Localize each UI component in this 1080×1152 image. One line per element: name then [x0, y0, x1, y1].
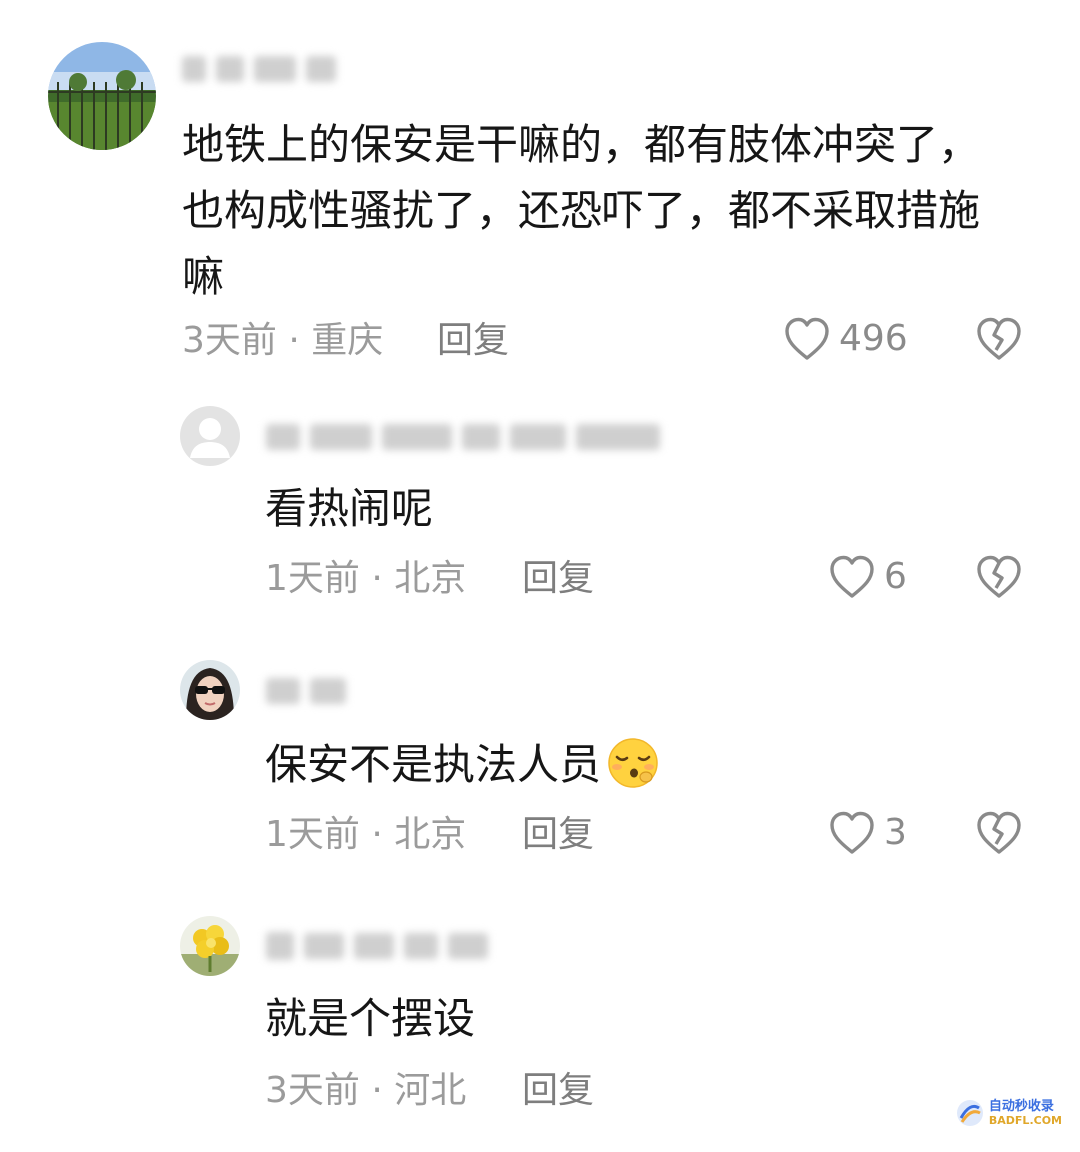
reply-button[interactable]: 回复: [522, 556, 594, 602]
dislike-button[interactable]: [975, 810, 1023, 860]
dislike-button[interactable]: [975, 554, 1023, 604]
comment-time: 1天前: [265, 814, 360, 855]
comment-text: 保安不是执法人员: [265, 734, 661, 806]
comment-meta: 3天前 · 河北: [265, 1068, 466, 1114]
meta-separator: ·: [371, 1070, 383, 1111]
comment-meta: 3天前 · 重庆: [182, 318, 383, 364]
meta-separator: ·: [371, 814, 383, 855]
watermark-logo-icon: [956, 1100, 983, 1126]
pensive-face-emoji: [603, 737, 661, 806]
like-button[interactable]: 3: [828, 810, 907, 856]
username-blurred[interactable]: [266, 932, 488, 960]
like-count: 3: [884, 812, 907, 853]
comment-time: 1天前: [265, 558, 360, 599]
comment-meta: 1天前 · 北京: [265, 812, 466, 858]
meta-separator: ·: [371, 558, 383, 599]
comment-time: 3天前: [182, 320, 277, 361]
like-button[interactable]: 496: [783, 316, 908, 362]
username-blurred[interactable]: [266, 424, 660, 450]
dislike-button[interactable]: [975, 316, 1023, 366]
comment-text: 地铁上的保安是干嘛的，都有肢体冲突了，也构成性骚扰了，还恐吓了，都不采取措施嘛: [182, 120, 981, 301]
heart-outline-icon: [830, 555, 874, 598]
reply-button[interactable]: 回复: [437, 318, 509, 364]
comment-location: 重庆: [311, 320, 384, 361]
comment-meta: 1天前 · 北京: [265, 556, 466, 602]
like-count: 496: [839, 318, 908, 359]
username-blurred[interactable]: [182, 56, 336, 82]
comment-location: 北京: [394, 814, 467, 855]
comment-text: 就是个摆设: [265, 994, 476, 1043]
meta-separator: ·: [288, 320, 300, 361]
avatar-default[interactable]: [180, 406, 240, 466]
comment-location: 北京: [394, 558, 467, 599]
watermark: 自动秒收录 BADFL.COM: [955, 1098, 1062, 1128]
reply-button[interactable]: 回复: [522, 812, 594, 858]
reply-button[interactable]: 回复: [522, 1068, 594, 1114]
like-count: 6: [884, 556, 907, 597]
watermark-line2: BADFL.COM: [988, 1113, 1062, 1127]
comment-location: 河北: [394, 1070, 467, 1111]
avatar[interactable]: [180, 916, 240, 976]
broken-heart-icon: [977, 811, 1021, 854]
comment-text: 看热闹呢: [265, 484, 434, 533]
like-button[interactable]: 6: [828, 554, 907, 600]
comment-time: 3天前: [265, 1070, 360, 1111]
username-blurred[interactable]: [266, 678, 346, 704]
broken-heart-icon: [977, 555, 1021, 598]
broken-heart-icon: [977, 317, 1021, 360]
heart-outline-icon: [830, 811, 874, 854]
avatar[interactable]: [48, 42, 156, 150]
avatar[interactable]: [180, 660, 240, 720]
heart-outline-icon: [785, 317, 829, 360]
comment-text-content: 保安不是执法人员: [265, 740, 602, 789]
watermark-line1: 自动秒收录: [988, 1098, 1054, 1114]
